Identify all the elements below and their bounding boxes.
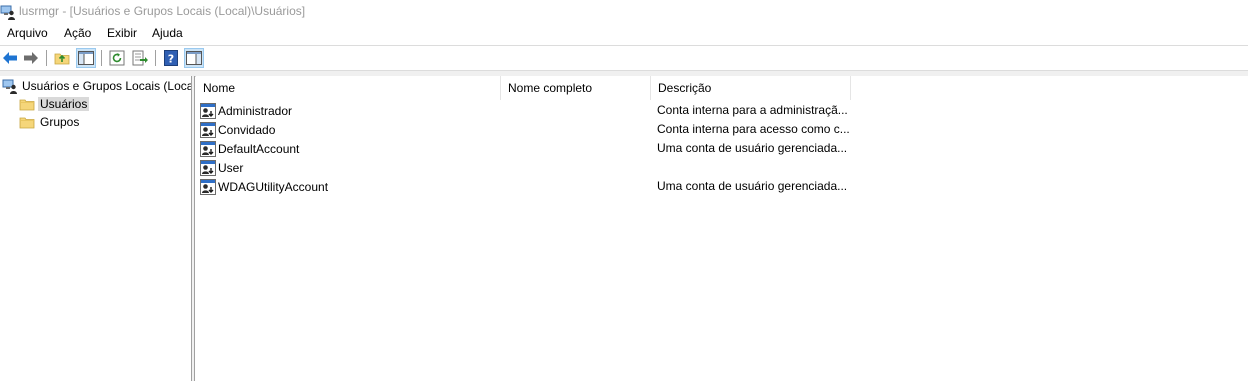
app-icon (0, 4, 16, 20)
tree-root-label: Usuários e Grupos Locais (Local) (22, 79, 191, 93)
export-list-icon (132, 50, 148, 66)
tree-item-grupos[interactable]: Grupos (19, 113, 81, 131)
user-name: Administrador (218, 104, 293, 118)
export-list-button[interactable] (131, 49, 149, 67)
cell-name: Administrador (200, 103, 292, 119)
forward-arrow-icon (24, 52, 38, 64)
menu-bar: Arquivo Ação Exibir Ajuda (0, 24, 1248, 44)
help-button[interactable]: ? (162, 49, 180, 67)
user-description: Conta interna para acesso como c... (657, 122, 850, 136)
user-name: WDAGUtilityAccount (218, 180, 329, 194)
refresh-button[interactable] (108, 49, 126, 67)
svg-text:?: ? (168, 53, 174, 66)
column-header-nome[interactable]: Nome (196, 76, 501, 100)
tree-item-label: Usuários (38, 97, 90, 111)
toolbar-separator (101, 50, 102, 66)
column-header-descricao[interactable]: Descrição (651, 76, 851, 100)
column-header-label: Nome (203, 81, 236, 95)
user-icon (200, 141, 216, 157)
tree-item-label: Grupos (40, 115, 80, 129)
user-icon (200, 160, 216, 176)
user-name: User (218, 161, 244, 175)
list-row-user[interactable]: User (196, 158, 896, 177)
tree-item-usuarios[interactable]: Usuários (19, 95, 90, 113)
cell-name: User (200, 160, 243, 176)
show-hide-tree-icon (78, 51, 94, 65)
console-tree: Usuários e Grupos Locais (Local) Usuário… (0, 76, 191, 381)
cell-name: WDAGUtilityAccount (200, 179, 328, 195)
list-row-defaultaccount[interactable]: DefaultAccount Uma conta de usuário gere… (196, 139, 896, 158)
show-hide-console-tree-button[interactable] (76, 48, 96, 68)
list-row-wdagutilityaccount[interactable]: WDAGUtilityAccount Uma conta de usuário … (196, 177, 896, 196)
back-button[interactable] (1, 49, 19, 67)
refresh-icon (109, 50, 125, 66)
user-icon (200, 179, 216, 195)
tree-root-local-users-groups[interactable]: Usuários e Grupos Locais (Local) (2, 77, 191, 95)
folder-icon (19, 114, 35, 130)
back-arrow-icon (3, 52, 17, 64)
user-description: Uma conta de usuário gerenciada... (657, 179, 848, 193)
user-description: Conta interna para a administraçã... (657, 103, 848, 117)
menu-arquivo[interactable]: Arquivo (6, 26, 49, 40)
user-name: Convidado (218, 123, 276, 137)
pane-splitter[interactable] (191, 76, 195, 381)
toolbar: ? (0, 46, 1248, 70)
window-title: lusrmgr - [Usuários e Grupos Locais (Loc… (19, 4, 306, 18)
user-name: DefaultAccount (218, 142, 300, 156)
show-hide-action-pane-icon (186, 51, 202, 65)
forward-button[interactable] (22, 49, 40, 67)
list-row-convidado[interactable]: Convidado Conta interna para acesso como… (196, 120, 896, 139)
menu-ajuda[interactable]: Ajuda (151, 26, 184, 40)
user-icon (200, 103, 216, 119)
menu-acao[interactable]: Ação (63, 26, 92, 40)
column-header-label: Nome completo (508, 81, 593, 95)
cell-name: Convidado (200, 122, 275, 138)
computer-users-icon (2, 78, 18, 94)
user-description: Uma conta de usuário gerenciada... (657, 141, 848, 155)
toolbar-separator (155, 50, 156, 66)
user-icon (200, 122, 216, 138)
cell-name: DefaultAccount (200, 141, 299, 157)
up-one-level-button[interactable] (53, 49, 71, 67)
up-folder-icon (54, 53, 70, 65)
column-header-nome-completo[interactable]: Nome completo (501, 76, 651, 100)
title-bar: lusrmgr - [Usuários e Grupos Locais (Loc… (0, 0, 1248, 24)
user-list-view: Nome Nome completo Descrição Administrad… (196, 76, 1248, 381)
menu-exibir[interactable]: Exibir (106, 26, 138, 40)
toolbar-separator (46, 50, 47, 66)
help-icon: ? (164, 50, 178, 66)
show-hide-action-pane-button[interactable] (184, 48, 204, 68)
folder-icon (19, 96, 35, 112)
list-row-administrador[interactable]: Administrador Conta interna para a admin… (196, 101, 896, 120)
column-header-label: Descrição (658, 81, 712, 95)
